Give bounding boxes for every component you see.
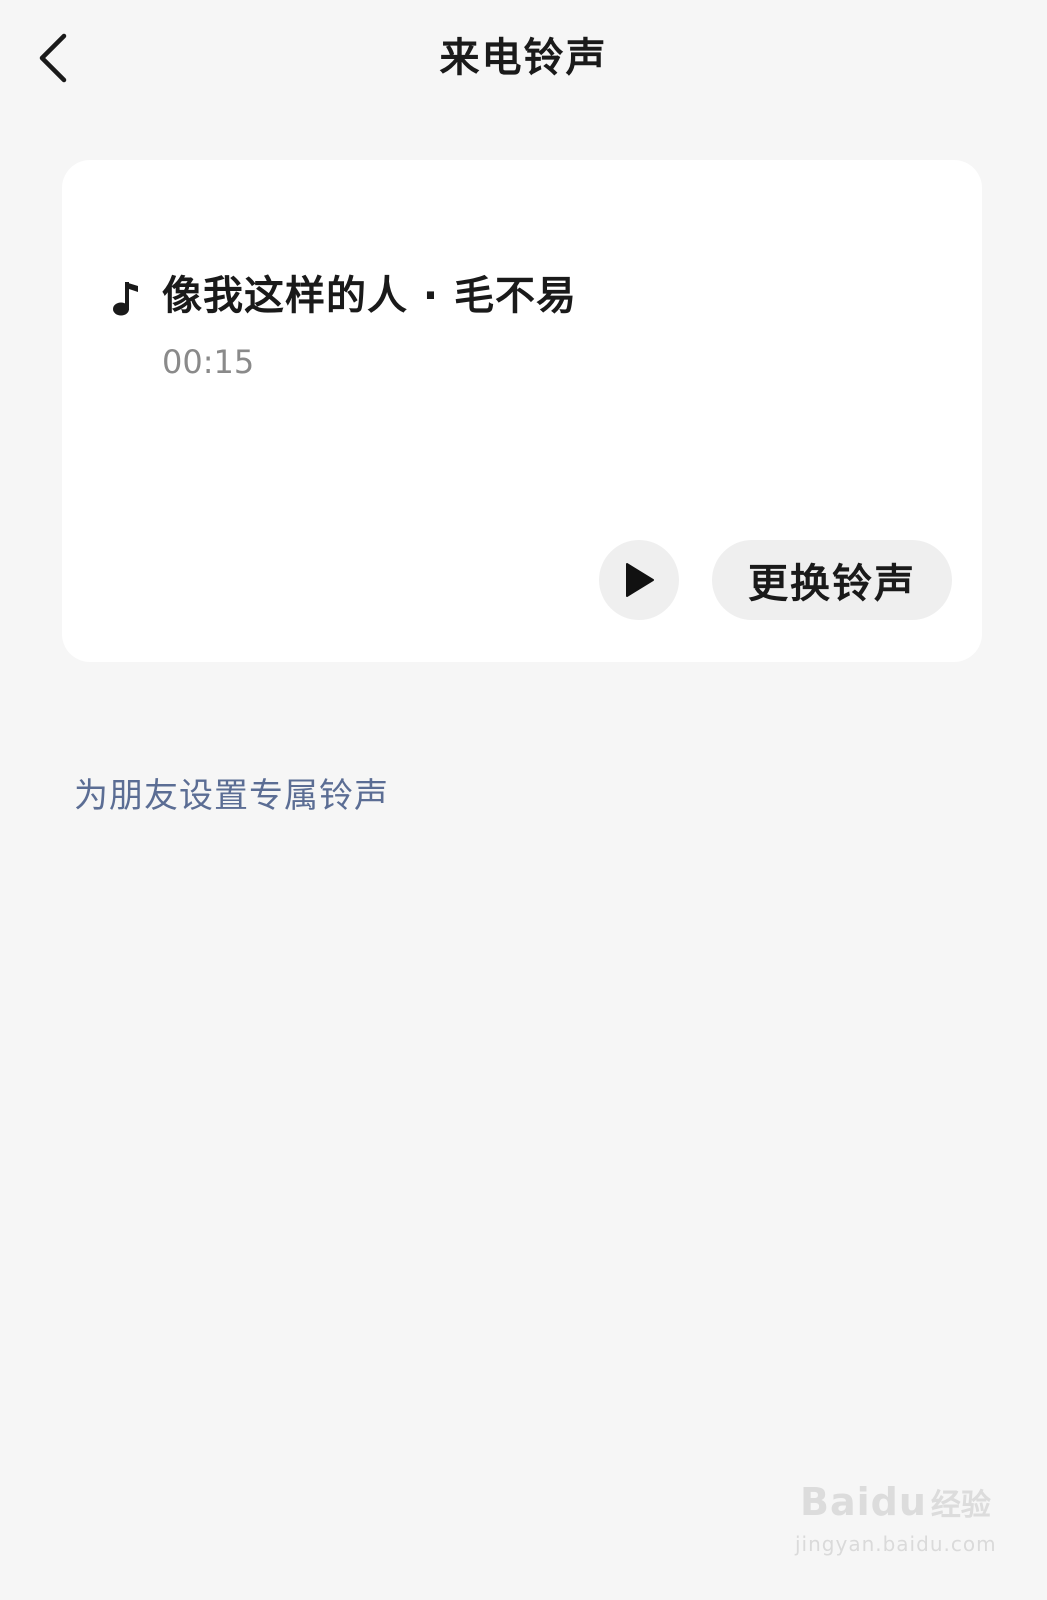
play-button[interactable] — [599, 540, 679, 620]
page-title: 来电铃声 — [439, 35, 608, 81]
watermark-label: 经验 — [930, 1488, 991, 1523]
set-friend-ringtone-link[interactable]: 为朋友设置专属铃声 — [74, 772, 389, 820]
ringtone-card: 像我这样的人 · 毛不易 00:15 更换铃声 — [62, 160, 982, 662]
watermark-url: jingyan.baidu.com — [795, 1532, 997, 1556]
ringtone-duration: 00:15 — [162, 343, 255, 381]
ringtone-title: 像我这样的人 · 毛不易 — [162, 273, 578, 319]
change-ringtone-button[interactable]: 更换铃声 — [712, 540, 952, 620]
watermark-logo: Baidu 经验 — [800, 1480, 991, 1524]
play-icon — [626, 563, 654, 597]
music-note-icon — [113, 282, 138, 316]
baidu-jingyan-watermark: Baidu 经验 jingyan.baidu.com — [795, 1480, 1000, 1570]
watermark-brand: Baidu — [800, 1480, 927, 1524]
nav-bar: 来电铃声 — [0, 0, 1047, 120]
